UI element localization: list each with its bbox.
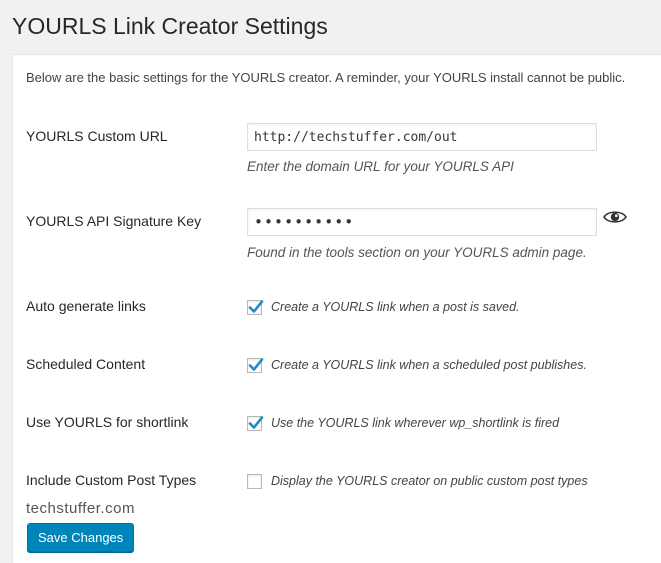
auto-generate-label: Auto generate links — [26, 298, 146, 314]
custom-url-label: YOURLS Custom URL — [26, 128, 168, 144]
page-title: YOURLS Link Creator Settings — [12, 13, 328, 39]
shortlink-checkbox[interactable] — [247, 416, 264, 431]
custom-post-types-label: Include Custom Post Types — [26, 472, 197, 488]
scheduled-content-checkbox[interactable] — [247, 358, 264, 373]
custom-url-input[interactable] — [247, 123, 597, 151]
shortlink-label: Use YOURLS for shortlink — [26, 414, 189, 430]
checkmark-icon — [248, 416, 264, 429]
api-key-input[interactable] — [247, 208, 597, 236]
eye-icon[interactable] — [603, 209, 627, 225]
api-key-label: YOURLS API Signature Key — [26, 213, 202, 229]
checkmark-icon — [248, 358, 264, 371]
auto-generate-description: Create a YOURLS link when a post is save… — [271, 300, 520, 314]
watermark-text: techstuffer.com — [26, 500, 135, 517]
checkmark-icon — [248, 300, 264, 313]
api-key-description: Found in the tools section on your YOURL… — [247, 245, 587, 260]
intro-text: Below are the basic settings for the YOU… — [26, 70, 626, 85]
custom-post-types-checkbox[interactable] — [247, 474, 262, 489]
auto-generate-checkbox[interactable] — [247, 300, 264, 315]
custom-post-types-description: Display the YOURLS creator on public cus… — [271, 474, 588, 488]
shortlink-description: Use the YOURLS link wherever wp_shortlin… — [271, 416, 560, 430]
scheduled-content-label: Scheduled Content — [26, 356, 146, 372]
custom-url-description: Enter the domain URL for your YOURLS API — [247, 159, 514, 174]
scheduled-content-description: Create a YOURLS link when a scheduled po… — [271, 358, 587, 372]
settings-panel: Below are the basic settings for the YOU… — [12, 54, 661, 563]
save-changes-button[interactable]: Save Changes — [27, 523, 135, 552]
